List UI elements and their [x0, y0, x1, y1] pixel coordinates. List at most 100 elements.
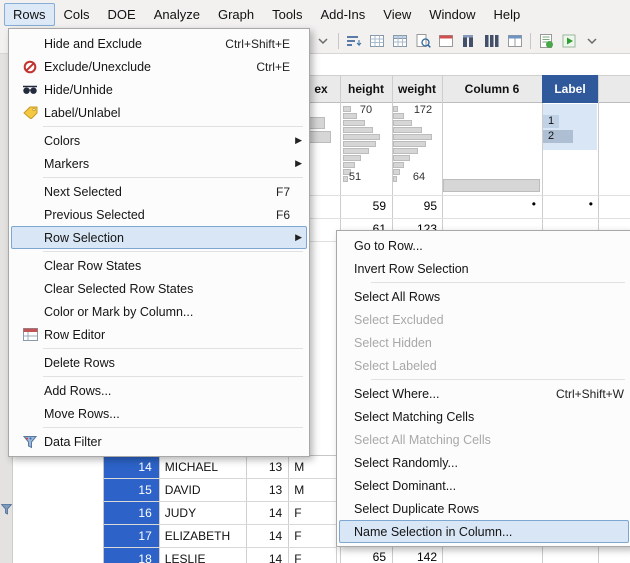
menu-separator	[43, 346, 305, 351]
run-script-green-icon[interactable]	[558, 30, 580, 51]
menu-item-hide-unhide[interactable]: Hide/Unhide	[11, 78, 307, 101]
label-level-2: 2	[543, 129, 597, 144]
row-number-cell[interactable]: 18	[104, 548, 160, 563]
window-layout-icon[interactable]	[435, 30, 457, 51]
toolbar-separator	[338, 32, 339, 49]
menu-item-move-rows[interactable]: Move Rows...	[11, 402, 307, 425]
zoom-document-icon[interactable]	[412, 30, 434, 51]
menu-item-row-selection[interactable]: Row Selection ▶	[11, 226, 307, 249]
submenu-item-invert-row-selection[interactable]: Invert Row Selection	[339, 257, 629, 280]
sex-cell[interactable]: F	[289, 525, 337, 547]
age-cell[interactable]: 14	[247, 548, 290, 563]
grid-header-icon[interactable]	[389, 30, 411, 51]
age-cell[interactable]: 13	[247, 456, 290, 478]
age-cell[interactable]: 13	[247, 479, 290, 501]
cell-row18-height[interactable]: 65	[340, 550, 386, 563]
menubar-tools[interactable]: Tools	[263, 3, 311, 26]
column-header-weight[interactable]: weight	[392, 76, 442, 102]
row-number-cell[interactable]: 17	[104, 525, 160, 547]
menubar-cols[interactable]: Cols	[55, 3, 99, 26]
toolbar-overflow-chevron-icon[interactable]	[312, 30, 334, 51]
cell-row1-weight[interactable]: 95	[392, 199, 437, 213]
table-row[interactable]: 17 ELIZABETH 14 F	[104, 525, 337, 548]
menu-item-clear-row-states[interactable]: Clear Row States	[11, 254, 307, 277]
menu-item-label-unlabel[interactable]: Label/Unlabel	[11, 101, 307, 124]
menu-item-add-rows[interactable]: Add Rows...	[11, 379, 307, 402]
menubar-rows[interactable]: Rows	[4, 2, 55, 26]
name-cell[interactable]: JUDY	[160, 502, 248, 524]
menu-item-clear-selected-row-states[interactable]: Clear Selected Row States	[11, 277, 307, 300]
menu-item-markers[interactable]: Markers ▶	[11, 152, 307, 175]
submenu-item-select-labeled: Select Labeled	[354, 358, 437, 373]
column-bars-b-icon[interactable]	[481, 30, 503, 51]
sex-cell[interactable]: F	[289, 502, 337, 524]
name-cell[interactable]: ELIZABETH	[160, 525, 248, 547]
menubar-doe[interactable]: DOE	[99, 3, 145, 26]
menu-item-colors[interactable]: Colors ▶	[11, 129, 307, 152]
menubar-graph[interactable]: Graph	[209, 3, 263, 26]
sex-cell[interactable]: M	[289, 456, 337, 478]
menu-item-exclude-unexclude[interactable]: Exclude/Unexclude Ctrl+E	[11, 55, 307, 78]
window-panes-icon[interactable]	[504, 30, 526, 51]
menubar-view[interactable]: View	[374, 3, 420, 26]
sex-cell[interactable]: F	[289, 548, 337, 563]
glasses-icon	[16, 85, 44, 95]
table-row[interactable]: 16 JUDY 14 F	[104, 502, 337, 525]
cell-row18-weight[interactable]: 142	[392, 550, 437, 563]
sex-cell[interactable]: M	[289, 479, 337, 501]
menubar-analyze[interactable]: Analyze	[145, 3, 209, 26]
submenu-item-go-to-row[interactable]: Go to Row...	[339, 234, 629, 257]
toolbar-overflow-chevron-2-icon[interactable]	[581, 30, 603, 51]
column-header-label-selected[interactable]: Label	[542, 75, 598, 103]
submenu-item-select-all-rows[interactable]: Select All Rows	[339, 285, 629, 308]
menu-item-color-or-mark-by-column[interactable]: Color or Mark by Column...	[11, 300, 307, 323]
table-row[interactable]: 15 DAVID 13 M	[104, 479, 337, 502]
toolbar-separator	[530, 32, 531, 49]
column-bars-a-icon[interactable]	[458, 30, 480, 51]
row-number-cell[interactable]: 16	[104, 502, 160, 524]
grid-icon[interactable]	[366, 30, 388, 51]
menubar-help[interactable]: Help	[484, 3, 529, 26]
sort-lines-icon[interactable]	[343, 30, 365, 51]
cell-row1-column6-missing[interactable]: •	[442, 197, 536, 211]
name-cell[interactable]: MICHAEL	[160, 456, 248, 478]
script-green-icon[interactable]	[535, 30, 557, 51]
row-number-cell[interactable]: 15	[104, 479, 160, 501]
submenu-item-select-duplicate-rows[interactable]: Select Duplicate Rows	[339, 497, 629, 520]
submenu-item-select-matching-cells[interactable]: Select Matching Cells	[339, 405, 629, 428]
cell-row1-label-missing[interactable]: •	[542, 197, 593, 211]
column-header-column6[interactable]: Column 6	[442, 76, 542, 102]
name-cell[interactable]: DAVID	[160, 479, 248, 501]
submenu-item-select-where[interactable]: Select Where... Ctrl+Shift+W	[339, 382, 629, 405]
submenu-arrow-icon: ▶	[295, 135, 302, 145]
row-number-cell[interactable]: 14	[104, 456, 160, 478]
submenu-arrow-icon: ▶	[295, 158, 302, 168]
submenu-arrow-icon: ▶	[295, 232, 302, 242]
age-cell[interactable]: 14	[247, 502, 290, 524]
submenu-item-select-hidden: Select Hidden	[354, 335, 432, 350]
data-filter-panel-icon[interactable]	[0, 502, 13, 520]
menu-item-previous-selected[interactable]: Previous Selected F6	[11, 203, 307, 226]
menu-separator	[43, 374, 305, 379]
menu-item-data-filter[interactable]: Data Filter	[11, 430, 307, 453]
age-cell[interactable]: 14	[247, 525, 290, 547]
submenu-item-select-randomly[interactable]: Select Randomly...	[339, 451, 629, 474]
name-cell[interactable]: LESLIE	[160, 548, 248, 563]
table-row[interactable]: 14 MICHAEL 13 M	[104, 456, 337, 479]
submenu-item-select-dominant[interactable]: Select Dominant...	[339, 474, 629, 497]
menu-item-next-selected[interactable]: Next Selected F7	[11, 180, 307, 203]
height-min-value: 51	[348, 171, 362, 183]
column-header-height[interactable]: height	[340, 76, 392, 102]
data-rows-block: 14 MICHAEL 13 M 15 DAVID 13 M 16 JUDY 14…	[103, 455, 337, 563]
menu-item-delete-rows[interactable]: Delete Rows	[11, 351, 307, 374]
menubar-window[interactable]: Window	[420, 3, 484, 26]
submenu-item-name-selection-in-column[interactable]: Name Selection in Column...	[339, 520, 629, 543]
menu-item-hide-and-exclude[interactable]: Hide and Exclude Ctrl+Shift+E	[11, 32, 307, 55]
menubar-addins[interactable]: Add-Ins	[311, 3, 374, 26]
label-level-1: 1	[543, 114, 597, 129]
table-row[interactable]: 18 LESLIE 14 F	[104, 548, 337, 563]
menu-separator	[43, 124, 305, 129]
exclude-icon	[16, 60, 44, 74]
cell-row1-height[interactable]: 59	[340, 199, 386, 213]
menu-item-row-editor[interactable]: Row Editor	[11, 323, 307, 346]
